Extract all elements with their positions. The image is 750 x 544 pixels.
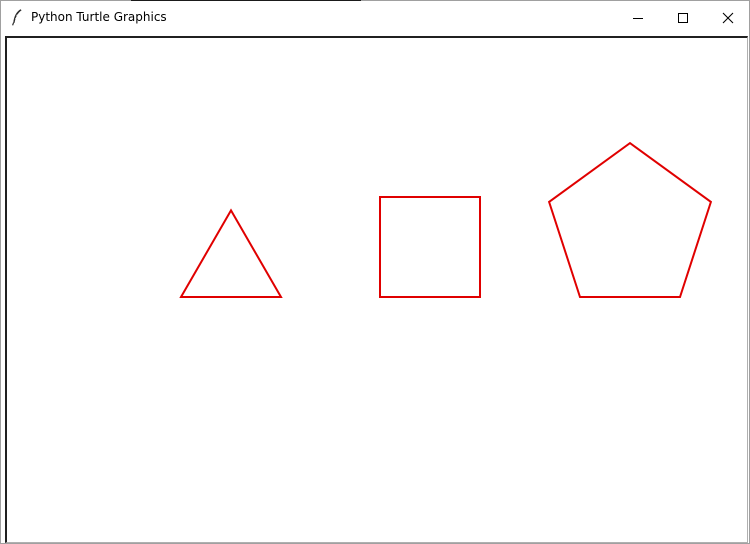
pentagon-shape: [547, 141, 713, 298]
title-bar[interactable]: Python Turtle Graphics: [1, 1, 749, 34]
turtle-canvas-frame: [5, 36, 748, 543]
minimize-button[interactable]: [615, 1, 660, 34]
feather-icon: [12, 9, 22, 26]
close-icon: [722, 12, 733, 23]
turtle-window: Python Turtle Graphics: [0, 0, 750, 544]
window-title: Python Turtle Graphics: [31, 10, 167, 24]
turtle-canvas[interactable]: [7, 38, 747, 542]
close-button[interactable]: [705, 1, 750, 34]
maximize-button[interactable]: [660, 1, 705, 34]
maximize-icon: [677, 12, 688, 23]
triangle-shape: [179, 208, 283, 298]
minimize-icon: [632, 17, 643, 19]
square-shape: [379, 196, 481, 298]
